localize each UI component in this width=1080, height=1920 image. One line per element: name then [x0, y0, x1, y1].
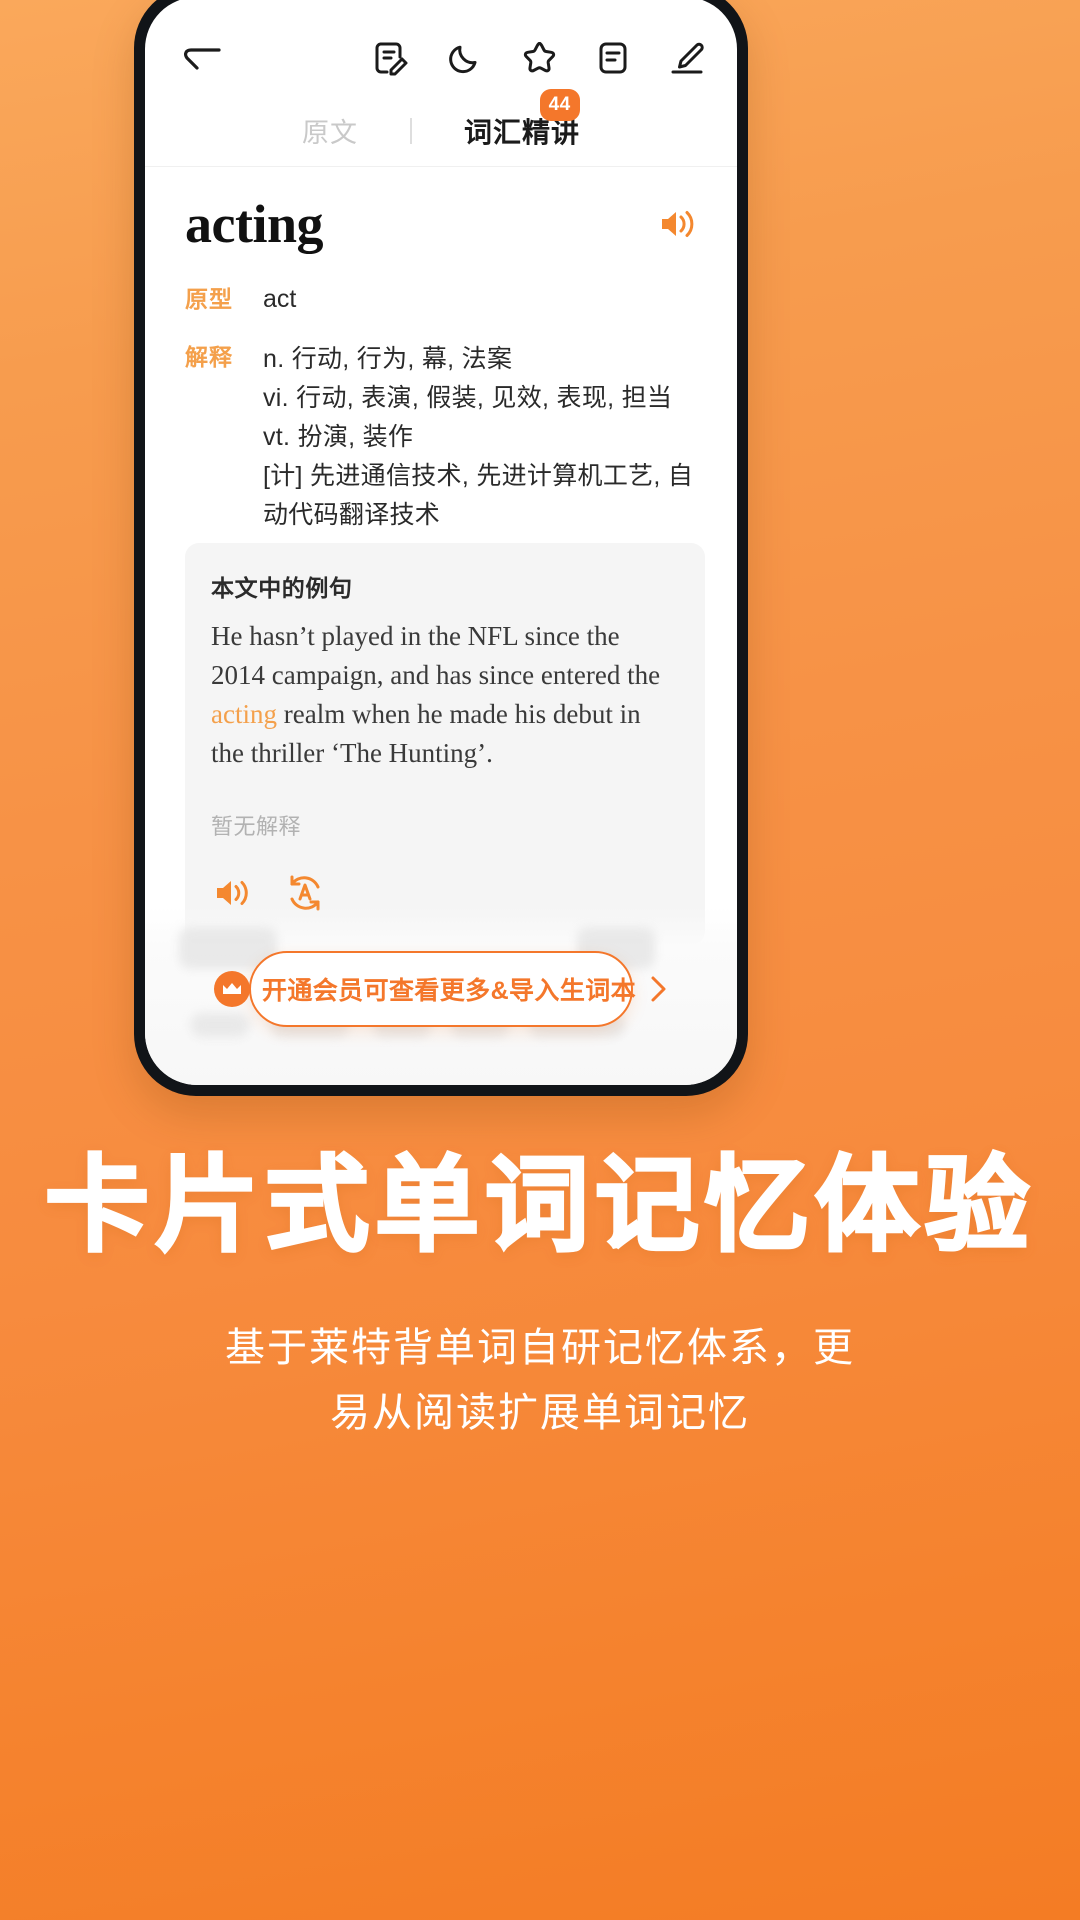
- note-edit-icon[interactable]: [367, 34, 415, 82]
- speaker-icon[interactable]: [655, 201, 701, 247]
- definition-line: n. 行动, 行为, 幕, 法案: [263, 345, 513, 373]
- explanation-row: 解释 n. 行动, 行为, 幕, 法案 vi. 行动, 表演, 假装, 见效, …: [185, 340, 705, 535]
- definition-line: [计] 先进通信技术, 先进计算机工艺, 自动代码翻译技术: [263, 462, 694, 529]
- tab-original-text[interactable]: 原文: [250, 111, 410, 150]
- prototype-label: 原型: [185, 286, 233, 312]
- headword: acting: [185, 194, 324, 254]
- promo-subtitle-line: 基于莱特背单词自研记忆体系，更: [225, 1326, 855, 1371]
- phone-mockup: 原文 词汇精讲 44 acting 原型 act 解释 n. 行动, 行为, 幕…: [134, 0, 748, 1096]
- crown-icon: [213, 971, 250, 1007]
- sentence-part-pre: He hasn’t played in the NFL since the 20…: [211, 621, 661, 690]
- phone-frame: 原文 词汇精讲 44 acting 原型 act 解释 n. 行动, 行为, 幕…: [134, 0, 748, 1096]
- toolbar-actions: [367, 34, 711, 82]
- promo-section: 卡片式单词记忆体验 基于莱特背单词自研记忆体系，更 易从阅读扩展单词记忆: [0, 1146, 1080, 1446]
- pen-underline-icon[interactable]: [663, 34, 711, 82]
- prototype-row: 原型 act: [185, 282, 705, 316]
- prototype-value: act: [263, 285, 297, 313]
- tab-vocabulary-badge: 44: [539, 88, 580, 121]
- upgrade-membership-button[interactable]: 开通会员可查看更多&导入生词本: [213, 951, 666, 1027]
- star-icon[interactable]: [515, 34, 563, 82]
- no-translation-note: 暂无解释: [211, 814, 302, 839]
- sentence-highlight-word: acting: [211, 699, 277, 729]
- example-sentence: He hasn’t played in the NFL since the 20…: [211, 617, 679, 773]
- top-toolbar: [145, 23, 737, 93]
- definition-line: vt. 扮演, 装作: [263, 423, 414, 451]
- content-tabs: 原文 词汇精讲 44: [145, 88, 737, 167]
- example-sentence-card: 本文中的例句 He hasn’t played in the NFL since…: [185, 543, 705, 945]
- example-card-title: 本文中的例句: [211, 575, 353, 601]
- upgrade-membership-label: 开通会员可查看更多&导入生词本: [261, 977, 637, 1005]
- explanation-label: 解释: [185, 344, 233, 370]
- back-arrow-icon[interactable]: [173, 30, 229, 86]
- promo-subtitle: 基于莱特背单词自研记忆体系，更 易从阅读扩展单词记忆: [0, 1316, 1080, 1446]
- word-header: acting: [185, 193, 701, 255]
- chevron-right-icon: [648, 974, 668, 1004]
- promo-subtitle-line: 易从阅读扩展单词记忆: [330, 1391, 750, 1436]
- promo-headline: 卡片式单词记忆体验: [43, 1146, 1035, 1265]
- explanation-lines: n. 行动, 行为, 幕, 法案 vi. 行动, 表演, 假装, 见效, 表现,…: [263, 340, 705, 535]
- tab-vocabulary-label: 词汇精讲: [463, 116, 580, 148]
- tab-vocabulary[interactable]: 词汇精讲 44: [412, 88, 632, 151]
- app-screen: 原文 词汇精讲 44 acting 原型 act 解释 n. 行动, 行为, 幕…: [145, 0, 737, 1085]
- definition-line: vi. 行动, 表演, 假装, 见效, 表现, 担当: [263, 384, 673, 412]
- list-icon[interactable]: [589, 34, 637, 82]
- definition-block: 原型 act 解释 n. 行动, 行为, 幕, 法案 vi. 行动, 表演, 假…: [185, 282, 705, 559]
- moon-icon[interactable]: [441, 34, 489, 82]
